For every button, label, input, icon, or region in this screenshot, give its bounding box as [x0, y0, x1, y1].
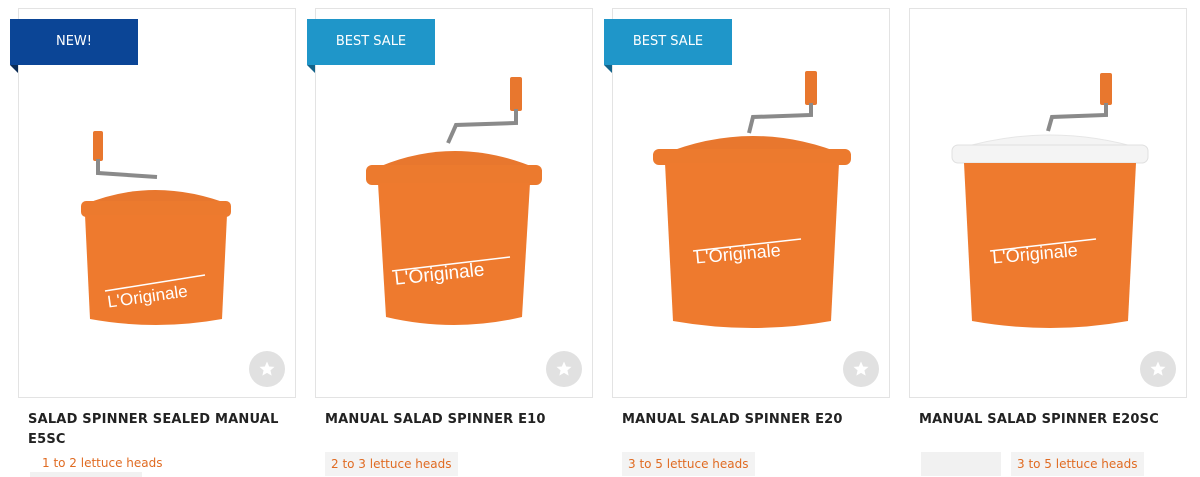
- favorite-button[interactable]: [546, 351, 582, 387]
- product-title[interactable]: MANUAL SALAD SPINNER E10: [325, 410, 585, 430]
- product-card[interactable]: L'Originale NEW! SALAD SPINNER SEALED MA…: [10, 0, 296, 477]
- favorite-button[interactable]: [843, 351, 879, 387]
- capacity-tag: 2 to 3 lettuce heads: [325, 452, 458, 476]
- ribbon-badge-best-sale: BEST SALE: [604, 19, 732, 73]
- product-image: L'Originale: [951, 73, 1149, 328]
- favorite-button[interactable]: [249, 351, 285, 387]
- favorite-button[interactable]: [1140, 351, 1176, 387]
- star-icon: [556, 361, 572, 376]
- product-image-frame[interactable]: L'Originale BEST SALE: [307, 8, 593, 398]
- star-icon: [259, 361, 275, 376]
- product-image: L'Originale: [366, 77, 542, 325]
- product-image: L'Originale: [81, 131, 231, 325]
- ribbon-badge-best-sale: BEST SALE: [307, 19, 435, 73]
- product-title[interactable]: MANUAL SALAD SPINNER E20: [622, 410, 882, 430]
- product-card[interactable]: L'Originale MANUAL SALAD SPINNER E20SC 3…: [909, 0, 1187, 477]
- capacity-tag: 3 to 5 lettuce heads: [622, 452, 755, 476]
- star-icon: [1150, 361, 1166, 376]
- product-image-frame[interactable]: L'Originale NEW!: [10, 8, 296, 398]
- ribbon-badge-new: NEW!: [10, 19, 138, 73]
- star-icon: [853, 361, 869, 376]
- product-card[interactable]: L'Originale BEST SALE MANUAL SALAD SPINN…: [604, 0, 890, 477]
- product-title[interactable]: SALAD SPINNER SEALED MANUAL E5SC: [28, 410, 288, 450]
- product-card[interactable]: L'Originale BEST SALE MANUAL SALAD SPINN…: [307, 0, 593, 477]
- capacity-tag: 3 to 5 lettuce heads: [1011, 452, 1144, 476]
- product-title[interactable]: MANUAL SALAD SPINNER E20SC: [919, 410, 1179, 430]
- placeholder-bar: [30, 472, 142, 477]
- product-image-frame[interactable]: L'Originale: [909, 8, 1187, 398]
- product-image-frame[interactable]: L'Originale BEST SALE: [604, 8, 890, 398]
- product-image: L'Originale: [653, 71, 851, 328]
- placeholder-bar: [921, 452, 1001, 476]
